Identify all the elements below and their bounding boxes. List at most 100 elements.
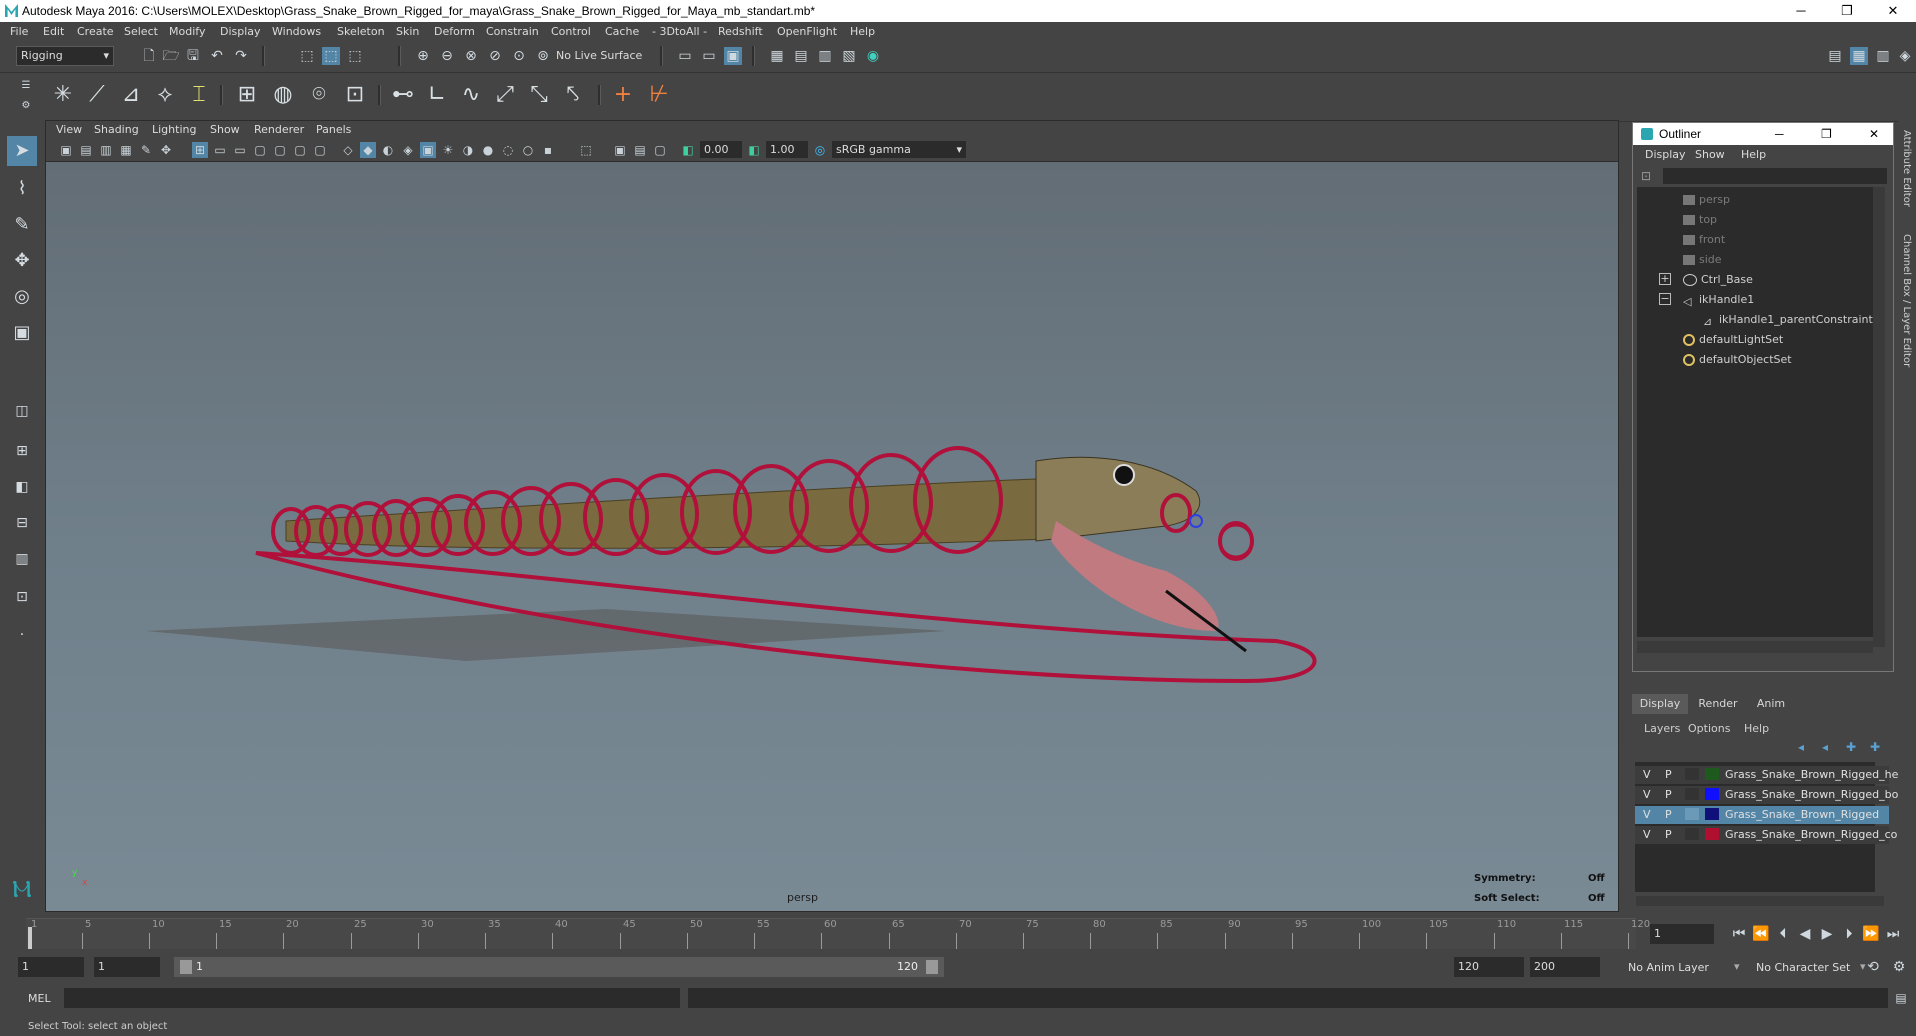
time-slider-track[interactable]: 1 5 10 15 20 25 30 35 40 45 50 55 60 65 70 75 80 85 90 95 10…	[26, 918, 1650, 949]
outliner-item-persp[interactable]: persp	[1683, 193, 1730, 206]
layer-color-swatch[interactable]	[1705, 788, 1719, 800]
aim-constraint-icon[interactable]: ∟	[422, 80, 452, 110]
move-tool-icon[interactable]: ✥	[7, 246, 37, 276]
layer-playback-toggle[interactable]: P	[1665, 828, 1672, 841]
rotate-tool-icon[interactable]: ◎	[7, 282, 37, 312]
mirror-joint-icon[interactable]: ⌶	[184, 80, 214, 110]
vp-menu-panels[interactable]: Panels	[316, 123, 351, 136]
xray-icon[interactable]: ▣	[420, 142, 436, 158]
jaw-joint-icon[interactable]	[1189, 514, 1203, 528]
smooth-shade-icon[interactable]: ◆	[360, 142, 376, 158]
tab-render-layers[interactable]: Render	[1690, 694, 1746, 714]
step-back-frame-icon[interactable]: ⏪	[1752, 925, 1770, 943]
step-back-key-icon[interactable]: ⏴	[1774, 925, 1792, 943]
select-component-icon[interactable]: ⬚	[346, 47, 364, 65]
persp-graph-icon[interactable]: ⊟	[7, 508, 37, 538]
viewport-panel[interactable]	[45, 120, 1619, 912]
animation-end-field[interactable]: 200	[1530, 957, 1600, 977]
panel-icon[interactable]: ▥	[1874, 47, 1892, 65]
character-set-dropdown[interactable]: No Character Set	[1756, 961, 1850, 974]
layer-name[interactable]: Grass_Snake_Brown_Rigged_cor	[1725, 828, 1902, 841]
isolate-select-icon[interactable]: ⬚	[578, 142, 594, 158]
layers-menu-layers[interactable]: Layers	[1644, 722, 1680, 735]
lattice-icon[interactable]: ⊡	[340, 80, 370, 110]
persp-outliner-icon[interactable]: ◧	[7, 472, 37, 502]
layer-horizontal-scrollbar[interactable]	[1636, 896, 1884, 906]
command-language-label[interactable]: MEL	[28, 992, 51, 1005]
menu-skin[interactable]: Skin	[396, 25, 419, 38]
outliner-search-input[interactable]	[1663, 168, 1887, 184]
input-ops-icon[interactable]: ▭	[676, 47, 694, 65]
snap-point-icon[interactable]: ⊗	[462, 47, 480, 65]
redo-icon[interactable]: ↷	[232, 47, 250, 65]
select-tool-icon[interactable]: ➤	[7, 136, 37, 166]
magnet-icon[interactable]: ⊚	[534, 47, 552, 65]
outliner-item-default-light-set[interactable]: defaultLightSet	[1683, 333, 1783, 346]
paint-select-icon[interactable]: ✎	[7, 210, 37, 240]
minimize-button[interactable]: ─	[1778, 0, 1824, 22]
outliner-item-parent-constraint[interactable]: ⊿ ikHandle1_parentConstraint1	[1703, 313, 1880, 328]
undo-icon[interactable]: ↶	[208, 47, 226, 65]
field-chart-icon[interactable]: ▢	[272, 142, 288, 158]
channel-box-tab[interactable]: Channel Box / Layer Editor	[1901, 234, 1912, 367]
layer-playback-toggle[interactable]: P	[1665, 788, 1672, 801]
snake-mouth[interactable]	[1051, 521, 1219, 631]
animation-preferences-icon[interactable]: ⚙	[1890, 958, 1908, 976]
layer-row[interactable]: V P Grass_Snake_Brown_Rigged_bor	[1635, 786, 1903, 804]
tab-anim-layers[interactable]: Anim	[1748, 694, 1794, 714]
menu-create[interactable]: Create	[77, 25, 114, 38]
layer-name[interactable]: Grass_Snake_Brown_Rigged_bor	[1725, 788, 1903, 801]
outliner-minimize-button[interactable]: ─	[1775, 127, 1784, 141]
layer-name[interactable]: Grass_Snake_Brown_Rigged_hel	[1725, 768, 1901, 781]
layer-row-selected[interactable]: V P Grass_Snake_Brown_Rigged	[1635, 806, 1889, 824]
go-to-start-icon[interactable]: ⏮	[1730, 925, 1748, 943]
outliner-item-ikhandle1[interactable]: ◁ ikHandle1	[1683, 293, 1754, 308]
anim-layer-dropdown[interactable]: No Anim Layer	[1628, 961, 1709, 974]
vp-menu-view[interactable]: View	[56, 123, 82, 136]
default-material-icon[interactable]: ◐	[380, 142, 396, 158]
layer-color-swatch[interactable]	[1705, 768, 1719, 780]
outliner-horizontal-scrollbar[interactable]	[1637, 641, 1873, 653]
range-end-handle[interactable]	[926, 960, 938, 974]
live-surface-label[interactable]: No Live Surface	[556, 49, 642, 62]
color-management-icon[interactable]: ◎	[812, 142, 828, 158]
layer-type-toggle[interactable]	[1685, 768, 1699, 780]
menu-set-dropdown[interactable]: Rigging ▾	[16, 46, 114, 66]
camera-icon[interactable]: ▣	[58, 142, 74, 158]
ik-handle-icon[interactable]: ⟋	[82, 80, 112, 110]
grid-icon[interactable]: ⊞	[192, 142, 208, 158]
custom-layout-icon[interactable]: ·	[7, 620, 37, 650]
render-frame-icon[interactable]: ▤	[792, 47, 810, 65]
orient-constraint-icon[interactable]: ∿	[456, 80, 486, 110]
grease-pencil-icon[interactable]: ✎	[138, 142, 154, 158]
collapse-toggle[interactable]: −	[1659, 293, 1671, 305]
animation-start-field[interactable]: 1	[18, 957, 84, 977]
gamma-icon[interactable]: ◧	[746, 142, 762, 158]
joint-tool-icon[interactable]: ✳	[48, 80, 78, 110]
cluster-icon[interactable]: ⊬	[644, 80, 674, 110]
layer-color-swatch[interactable]	[1705, 828, 1719, 840]
single-perspective-icon[interactable]: ◫	[7, 396, 37, 426]
layers-menu-options[interactable]: Options	[1688, 722, 1730, 735]
safe-title-icon[interactable]: ▢	[312, 142, 328, 158]
parent-constraint-icon[interactable]: ⤡	[524, 80, 554, 110]
menu-file[interactable]: File	[10, 25, 28, 38]
range-slider-bar[interactable]: 1 120	[174, 957, 944, 977]
smooth-bind-icon[interactable]: ◍	[268, 80, 298, 110]
construction-history-icon[interactable]: ▣	[724, 47, 742, 65]
mel-command-input[interactable]	[64, 988, 680, 1008]
wireframe-icon[interactable]: ◇	[340, 142, 356, 158]
workspace-icon[interactable]: ▤	[1826, 47, 1844, 65]
menu-cache[interactable]: Cache	[605, 25, 639, 38]
xray-joints-icon[interactable]: ▣	[612, 142, 628, 158]
ik-spline-icon[interactable]: ⊿	[116, 80, 146, 110]
hypershade-icon[interactable]: ◉	[864, 47, 882, 65]
menu-openflight[interactable]: OpenFlight	[777, 25, 837, 38]
outliner-menu-display[interactable]: Display	[1645, 148, 1686, 161]
exposure-field[interactable]: 0.00	[700, 141, 742, 158]
menu-redshift[interactable]: Redshift	[718, 25, 763, 38]
layout-icon[interactable]: ▦	[1850, 47, 1868, 65]
tab-display-layers[interactable]: Display	[1632, 694, 1688, 714]
locator-icon[interactable]: +	[608, 80, 638, 110]
insert-joint-icon[interactable]: ⟡	[150, 80, 180, 110]
